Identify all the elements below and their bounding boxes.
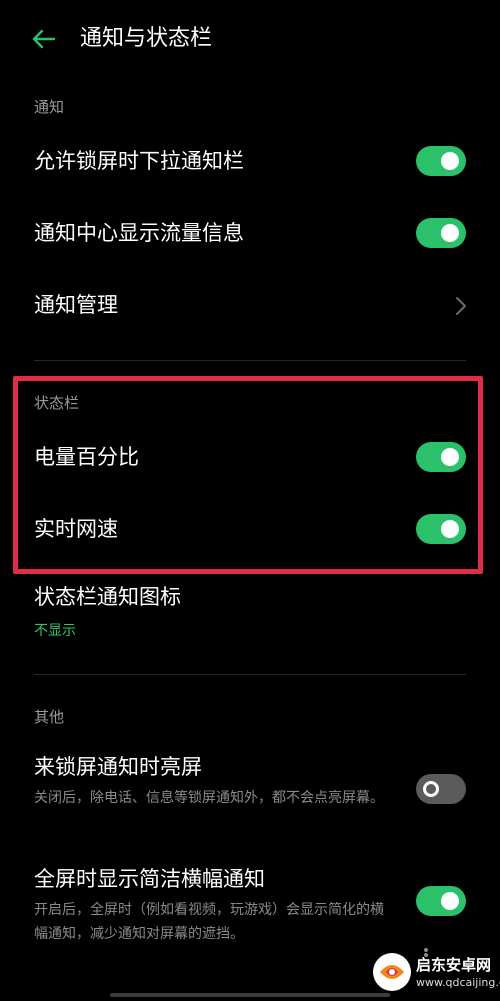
setting-description: 关闭后，除电话、信息等锁屏通知外，都不会点亮屏幕。: [34, 790, 384, 806]
navigation-bar[interactable]: [110, 993, 390, 997]
toggle-knob: [441, 152, 459, 170]
toggle-switch-fullscreen-banner[interactable]: [416, 886, 466, 916]
divider: [34, 360, 466, 361]
watermark-name: 启东安卓网: [416, 956, 492, 974]
chevron-right-icon: [456, 297, 466, 315]
setting-title: 允许锁屏时下拉通知栏: [34, 149, 244, 173]
toggle-knob: [441, 892, 459, 910]
toggle-knob: [441, 448, 459, 466]
highlight-box: [13, 376, 483, 574]
section-label-status-bar: 状态栏: [34, 394, 80, 412]
header: 通知与状态栏: [0, 0, 500, 80]
toggle-knob: [423, 781, 439, 797]
toggle-knob: [441, 520, 459, 538]
toggle-knob: [441, 224, 459, 242]
section-label-notification: 通知: [34, 98, 65, 116]
arrow-left-icon[interactable]: [28, 24, 58, 54]
toggle-switch-battery-percentage[interactable]: [416, 442, 466, 472]
setting-description: 开启后，全屏时（例如看视频，玩游戏）会显示简化的横幅通知，减少通知对屏幕的遮挡。: [34, 902, 384, 942]
setting-title: 状态栏通知图标: [34, 585, 181, 609]
toggle-switch-lockscreen-pulldown[interactable]: [416, 146, 466, 176]
setting-title: 通知管理: [34, 293, 118, 317]
watermark-url: www.qdcaijing.com: [416, 976, 500, 989]
divider: [34, 674, 466, 675]
setting-title: 来锁屏通知时亮屏: [34, 755, 202, 779]
section-label-other: 其他: [34, 708, 65, 726]
setting-value: 不显示: [34, 623, 76, 639]
setting-title: 实时网速: [34, 517, 118, 541]
toggle-switch-wake-on-lockscreen-notification[interactable]: [416, 774, 466, 804]
setting-title: 电量百分比: [34, 445, 139, 469]
setting-title: 通知中心显示流量信息: [34, 221, 244, 245]
page-title: 通知与状态栏: [80, 26, 213, 51]
setting-title: 全屏时显示简洁横幅通知: [34, 867, 265, 891]
watermark: 启东安卓网 www.qdcaijing.com: [372, 948, 500, 1000]
watermark-logo-icon: [373, 953, 411, 991]
toggle-switch-realtime-network-speed[interactable]: [416, 514, 466, 544]
toggle-switch-traffic-info[interactable]: [416, 218, 466, 248]
